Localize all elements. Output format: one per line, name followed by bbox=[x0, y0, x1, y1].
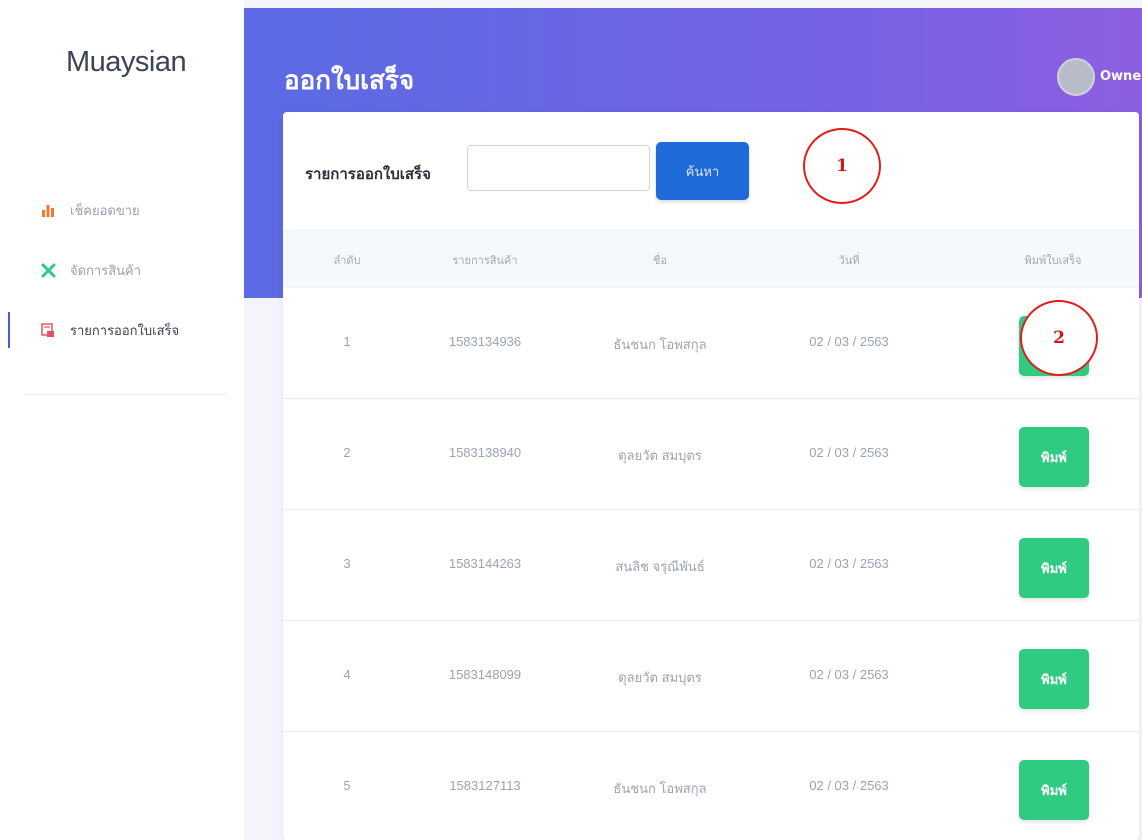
column-header-name: ชื่อ bbox=[652, 254, 668, 267]
search-button[interactable]: ค้นหา bbox=[656, 142, 749, 200]
cell-date: 02 / 03 / 2563 bbox=[809, 778, 889, 793]
sidebar-item-sales[interactable]: เช็คยอดขาย bbox=[0, 180, 244, 240]
search-label: รายการออกใบเสร็จ bbox=[305, 165, 431, 183]
table-header: ลำดับ รายการสินค้า ชื่อ วันที่ พิมพ์ใบเส… bbox=[283, 230, 1139, 288]
cell-item: 1583148099 bbox=[448, 667, 522, 682]
print-button[interactable]: พิมพ์ bbox=[1019, 427, 1089, 487]
cell-name: ดุลยวัต สมบุตร bbox=[618, 448, 702, 463]
column-header-no: ลำดับ bbox=[333, 254, 361, 267]
cell-no: 5 bbox=[343, 778, 351, 793]
cell-item: 1583144263 bbox=[448, 556, 522, 571]
callout-marker-2: 2 bbox=[1020, 300, 1098, 376]
brand-logo[interactable]: Muaysian bbox=[66, 46, 187, 79]
receipt-icon bbox=[40, 322, 56, 338]
cell-no: 2 bbox=[343, 445, 351, 460]
column-header-item: รายการสินค้า bbox=[452, 254, 518, 267]
cell-name: ธันชนก โอพสกุล bbox=[613, 337, 707, 352]
table-row: 3 1583144263 สนลิช จรุณีพันธ์ 02 / 03 / … bbox=[283, 510, 1139, 621]
cell-date: 02 / 03 / 2563 bbox=[809, 556, 889, 571]
receipt-card: รายการออกใบเสร็จ ค้นหา ลำดับ รายการสินค้… bbox=[283, 112, 1139, 840]
cell-no: 3 bbox=[343, 556, 351, 571]
sidebar-item-label: จัดการสินค้า bbox=[70, 263, 142, 279]
cell-date: 02 / 03 / 2563 bbox=[809, 334, 889, 349]
sidebar-divider bbox=[26, 394, 226, 395]
sidebar: Muaysian เช็คยอดขาย จัดการสินค้า รายการอ… bbox=[0, 0, 244, 840]
column-header-print: พิมพ์ใบเสร็จ bbox=[1024, 254, 1082, 267]
main-content: ออกใบเสร็จ Owner รายการออกใบเสร็จ ค้นหา … bbox=[244, 0, 1142, 840]
column-header-date: วันที่ bbox=[838, 254, 860, 267]
print-button[interactable]: พิมพ์ bbox=[1019, 649, 1089, 709]
cell-no: 4 bbox=[343, 667, 351, 682]
sidebar-nav: เช็คยอดขาย จัดการสินค้า รายการออกใบเสร็จ bbox=[0, 180, 244, 360]
cell-name: สนลิช จรุณีพันธ์ bbox=[615, 559, 705, 574]
cell-item: 1583134936 bbox=[448, 334, 522, 349]
sidebar-item-label: รายการออกใบเสร็จ bbox=[70, 323, 180, 339]
print-button[interactable]: พิมพ์ bbox=[1019, 760, 1089, 820]
search-input[interactable] bbox=[467, 145, 650, 191]
table-row: 4 1583148099 ดุลยวัต สมบุตร 02 / 03 / 25… bbox=[283, 621, 1139, 732]
sidebar-item-products[interactable]: จัดการสินค้า bbox=[0, 240, 244, 300]
cell-item: 1583127113 bbox=[449, 778, 521, 793]
cell-item: 1583138940 bbox=[448, 445, 522, 460]
table-row: 1 1583134936 ธันชนก โอพสกุล 02 / 03 / 25… bbox=[283, 288, 1139, 399]
user-name[interactable]: Owner bbox=[1100, 69, 1142, 84]
sidebar-item-label: เช็คยอดขาย bbox=[70, 203, 140, 219]
callout-marker-1: 1 bbox=[803, 128, 881, 204]
cell-date: 02 / 03 / 2563 bbox=[809, 667, 889, 682]
avatar[interactable] bbox=[1057, 58, 1095, 96]
bar-chart-icon bbox=[40, 202, 56, 218]
table-row: 5 1583127113 ธันชนก โอพสกุล 02 / 03 / 25… bbox=[283, 732, 1139, 840]
tools-icon bbox=[40, 262, 56, 278]
cell-name: ดุลยวัต สมบุตร bbox=[618, 670, 702, 685]
cell-no: 1 bbox=[343, 334, 351, 349]
cell-date: 02 / 03 / 2563 bbox=[809, 445, 889, 460]
page-title: ออกใบเสร็จ bbox=[284, 66, 415, 96]
cell-name: ธันชนก โอพสกุล bbox=[613, 781, 707, 796]
table-row: 2 1583138940 ดุลยวัต สมบุตร 02 / 03 / 25… bbox=[283, 399, 1139, 510]
print-button[interactable]: พิมพ์ bbox=[1019, 538, 1089, 598]
sidebar-item-receipts[interactable]: รายการออกใบเสร็จ bbox=[0, 300, 244, 360]
